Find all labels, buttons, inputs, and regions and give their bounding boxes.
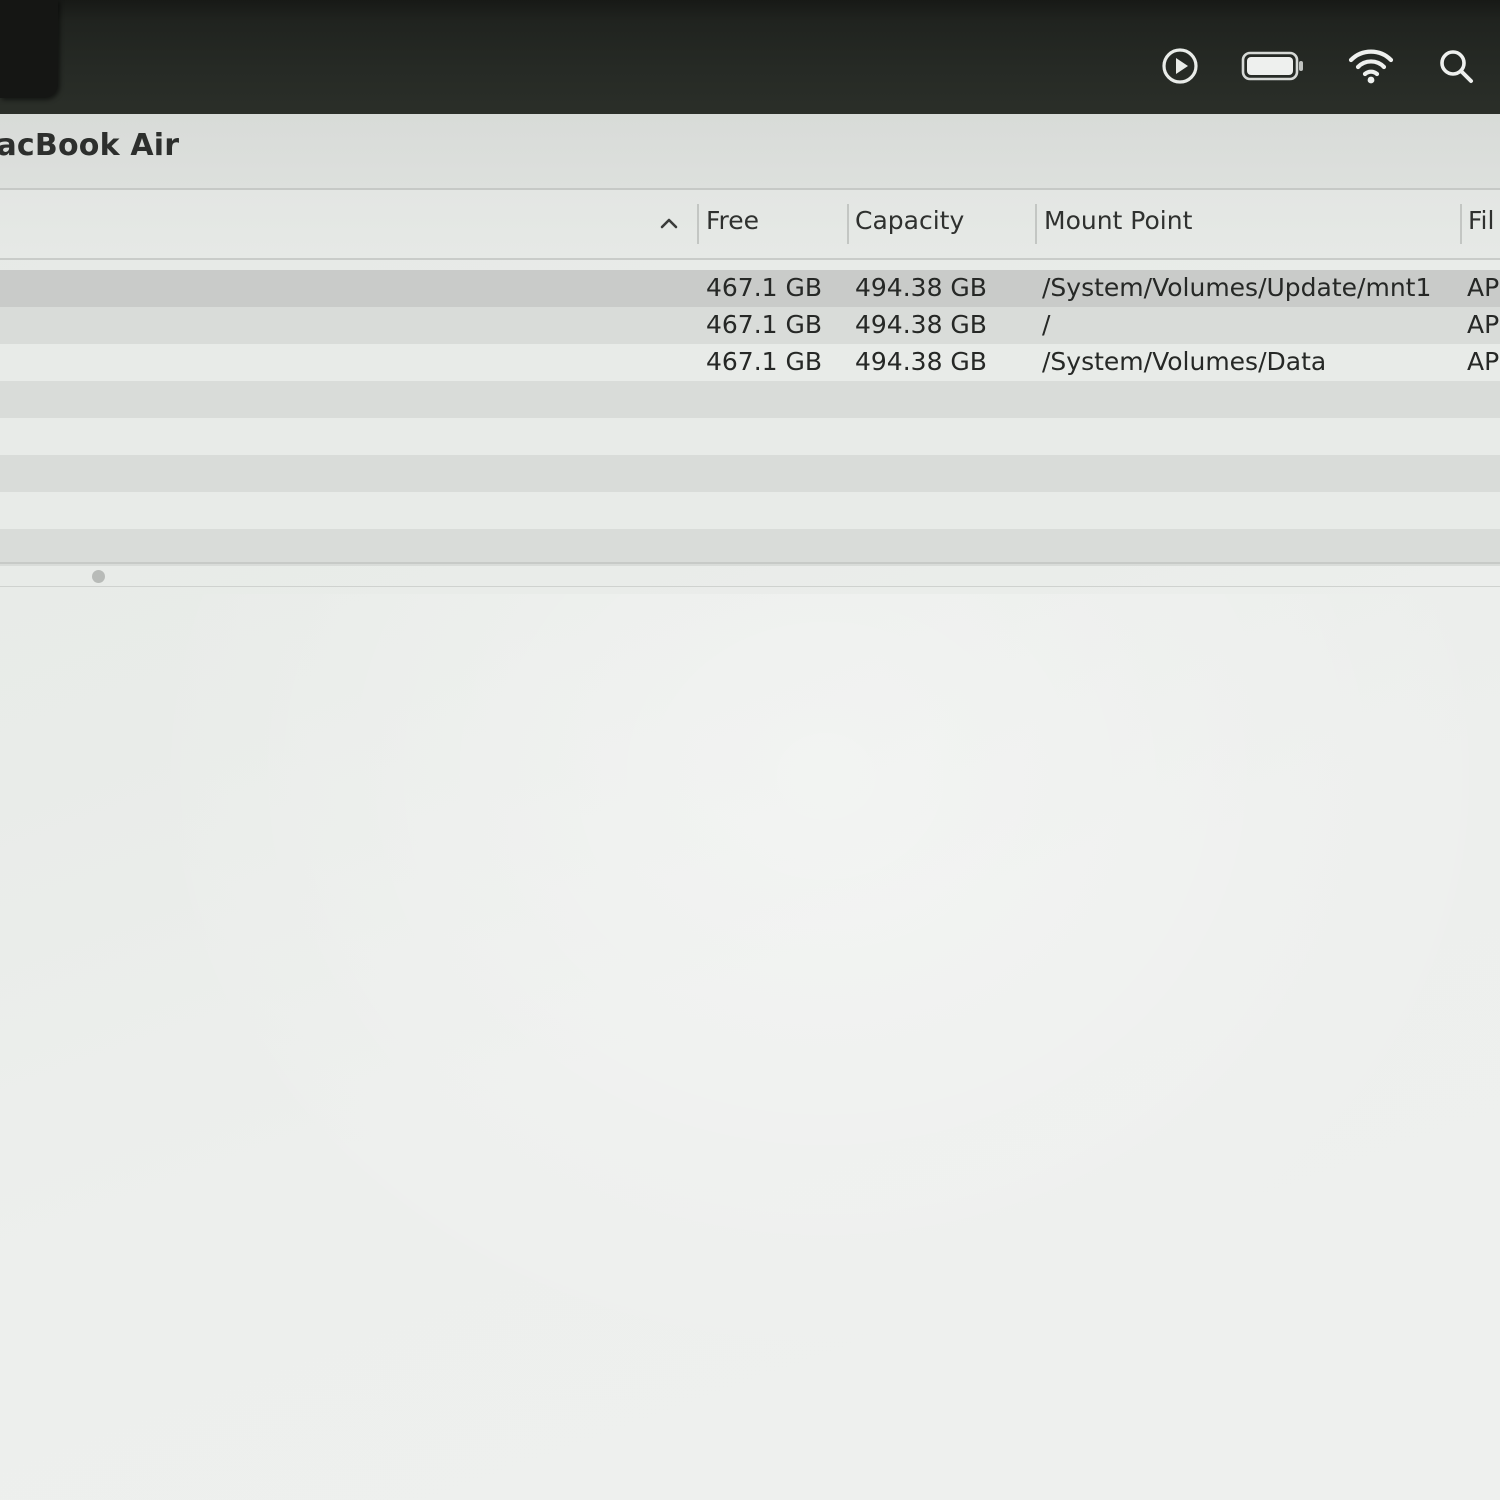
cell-free: 467.1 GB [706,273,823,302]
cell-file-system: AP [1467,310,1500,339]
wifi-icon[interactable] [1346,44,1396,88]
cell-free: 467.1 GB [706,310,823,339]
cell-mount-point: /System/Volumes/Update/mnt1 [1042,273,1432,302]
detail-pane [0,594,1500,1500]
disk-info-window: lacBook Air Free Capacity Mount Point Fi… [0,114,1500,1500]
cell-capacity: 494.38 GB [855,310,987,339]
table-row[interactable]: 467.1 GB 494.38 GB /System/Volumes/Data … [0,344,1500,381]
table-header: Free Capacity Mount Point Fil [0,190,1500,260]
empty-row [0,418,1500,455]
play-circle-icon[interactable] [1158,44,1202,88]
table-row[interactable]: 467.1 GB 494.38 GB /System/Volumes/Updat… [0,270,1500,307]
column-separator[interactable] [847,204,849,244]
cell-file-system: AP [1467,273,1500,302]
chevron-up-icon[interactable] [658,212,680,234]
table-divider [0,586,1500,587]
search-icon[interactable] [1434,44,1478,88]
cell-mount-point: /System/Volumes/Data [1042,347,1327,376]
volume-table: 467.1 GB 494.38 GB /System/Volumes/Updat… [0,264,1500,566]
empty-row [0,455,1500,492]
cell-mount-point: / [1042,310,1051,339]
table-row[interactable]: 467.1 GB 494.38 GB / AP [0,307,1500,344]
empty-row [0,492,1500,529]
cell-file-system: AP [1467,347,1500,376]
empty-row [0,381,1500,418]
cell-capacity: 494.38 GB [855,347,987,376]
cell-free: 467.1 GB [706,347,823,376]
column-header-free[interactable]: Free [706,206,759,235]
table-divider [0,562,1500,564]
column-header-mount-point[interactable]: Mount Point [1044,206,1192,235]
window-title: lacBook Air [0,128,180,163]
column-separator[interactable] [1035,204,1037,244]
split-view-resize-handle[interactable] [92,570,105,583]
screen: lacBook Air Free Capacity Mount Point Fi… [0,0,1500,1500]
column-separator[interactable] [697,204,699,244]
column-separator[interactable] [1460,204,1462,244]
title-bar[interactable]: lacBook Air [0,114,1500,190]
column-header-capacity[interactable]: Capacity [855,206,964,235]
battery-icon[interactable] [1238,44,1308,88]
empty-row [0,529,1500,566]
menu-bar [0,0,1500,116]
menu-bar-left-region[interactable] [0,0,58,98]
column-header-file-system[interactable]: Fil [1468,206,1494,235]
cell-capacity: 494.38 GB [855,273,987,302]
